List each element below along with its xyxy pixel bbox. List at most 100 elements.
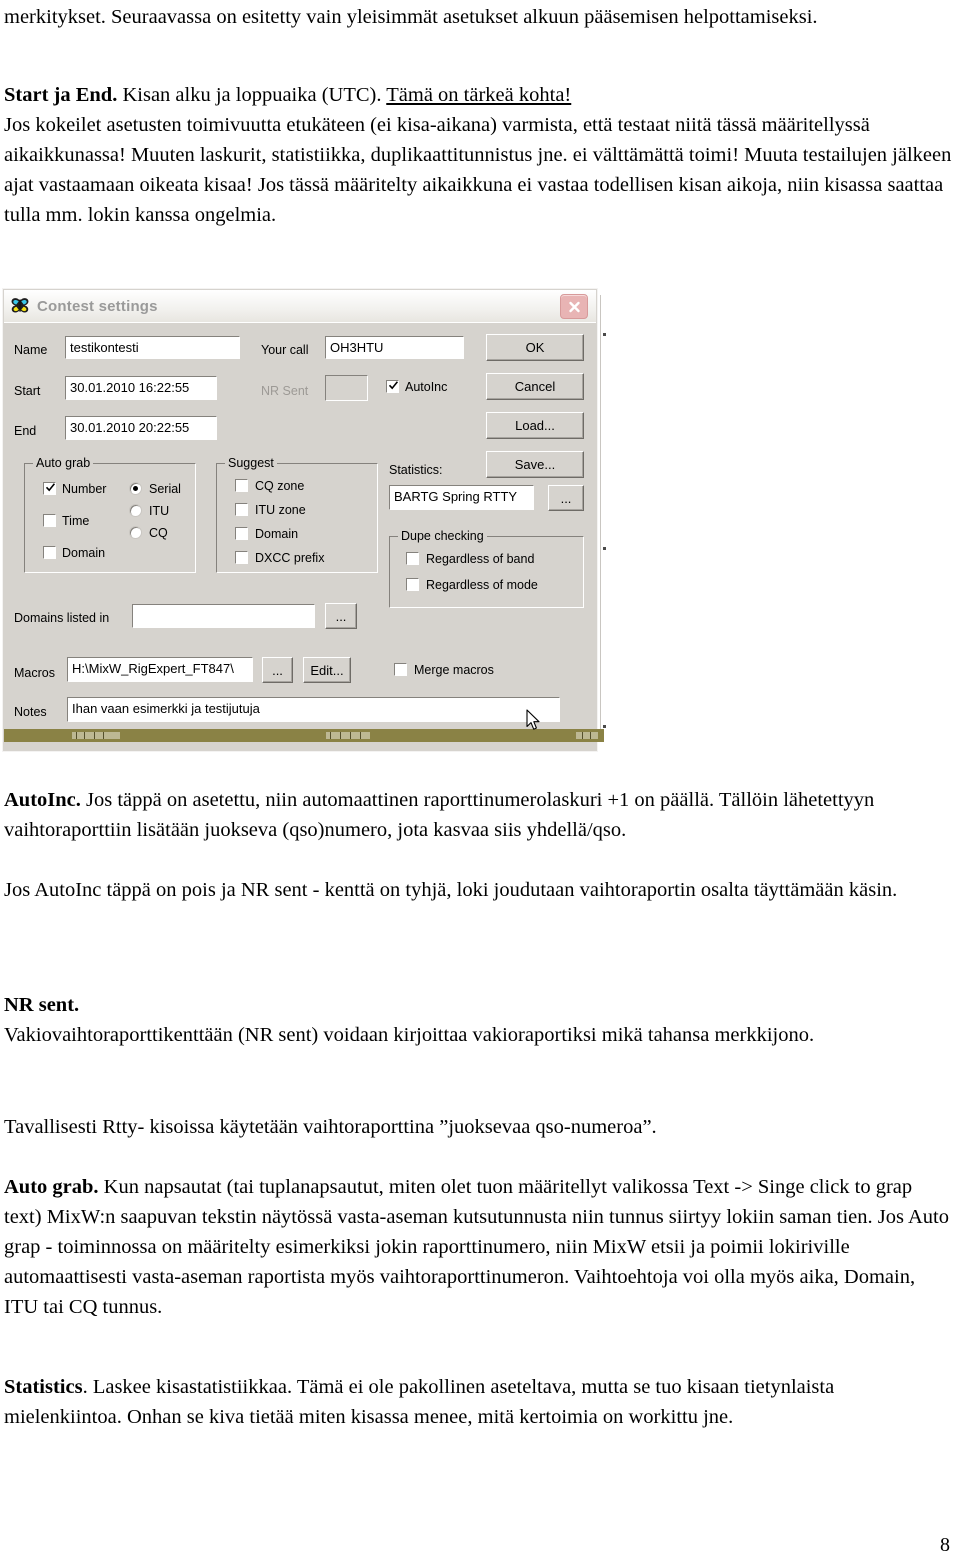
name-label: Name (14, 343, 48, 357)
dupe-regardless-mode-label[interactable]: Regardless of mode (426, 578, 538, 592)
autoinc-body: Jos täppä on asetettu, niin automaattine… (4, 789, 875, 841)
auto-grab-cq-label[interactable]: CQ (149, 526, 168, 540)
your-call-input[interactable]: OH3HTU (325, 336, 464, 359)
autograb-line: Auto grab. Kun napsautat (tai tuplanapsa… (4, 1172, 954, 1322)
statistics-heading: Statistics (4, 1376, 83, 1398)
intro-text: merkitykset. Seuraavassa on esitetty vai… (4, 6, 818, 28)
auto-grab-itu-label[interactable]: ITU (149, 504, 169, 518)
suggest-dxcc-prefix-label[interactable]: DXCC prefix (255, 551, 324, 565)
nr-sent-input[interactable] (325, 375, 368, 401)
load-button[interactable]: Load... (486, 412, 584, 439)
paragraph-tavallisesti: Tavallisesti Rtty- kisoissa käytetään va… (4, 1112, 954, 1142)
autoinc-line: AutoInc. Jos täppä on asetettu, niin aut… (4, 785, 954, 845)
paragraph-autoinc: AutoInc. Jos täppä on asetettu, niin aut… (4, 785, 954, 905)
suggest-cq-zone-checkbox[interactable] (235, 479, 248, 492)
autograb-heading: Auto grab. (4, 1176, 99, 1198)
statistics-body: . Laskee kisastatistiikkaa. Tämä ei ole … (4, 1376, 835, 1428)
dialog-client-area: Name testikontesti Your call OH3HTU OK S… (4, 322, 596, 722)
macros-input[interactable]: H:\MixW_RigExpert_FT847\ (67, 657, 253, 682)
start-end-line: Start ja End. Kisan alku ja loppuaika (U… (4, 80, 954, 110)
dupe-checking-group: Dupe checking Regardless of band Regardl… (389, 529, 584, 608)
dialog-right-edge (600, 295, 608, 731)
suggest-domain-label[interactable]: Domain (255, 527, 298, 541)
statistics-browse-button[interactable]: ... (548, 485, 584, 511)
start-label: Start (14, 384, 41, 398)
start-input[interactable]: 30.01.2010 16:22:55 (65, 376, 217, 400)
contest-settings-screenshot: Contest settings Name testikontesti Your… (2, 288, 610, 758)
start-end-body: Jos kokeilet asetusten toimivuutta etukä… (4, 114, 952, 226)
suggest-dxcc-prefix-checkbox[interactable] (235, 551, 248, 564)
autograb-body: Kun napsautat (tai tuplanapsautut, miten… (4, 1176, 949, 1318)
autoinc-label[interactable]: AutoInc (405, 380, 447, 394)
dupe-regardless-band-label[interactable]: Regardless of band (426, 552, 534, 566)
edge-marker-bottom (603, 725, 606, 728)
suggest-itu-zone-checkbox[interactable] (235, 503, 248, 516)
auto-grab-serial-radio[interactable] (129, 482, 142, 495)
domains-listed-in-input[interactable] (132, 604, 315, 628)
start-end-heading: Start ja End. (4, 84, 118, 106)
tavallisesti-text: Tavallisesti Rtty- kisoissa käytetään va… (4, 1116, 657, 1138)
suggest-group: Suggest CQ zone ITU zone Domain DXCC pre… (216, 456, 378, 573)
edge-marker-top (603, 333, 606, 336)
auto-grab-domain-checkbox[interactable] (43, 546, 56, 559)
dupe-regardless-mode-checkbox[interactable] (406, 578, 419, 591)
paragraph-intro: merkitykset. Seuraavassa on esitetty vai… (4, 2, 954, 32)
autoinc-heading: AutoInc. (4, 789, 81, 811)
name-input[interactable]: testikontesti (65, 336, 240, 359)
edge-marker-mid (603, 547, 606, 550)
auto-grab-time-checkbox[interactable] (43, 514, 56, 527)
domains-browse-button[interactable]: ... (325, 603, 357, 629)
cancel-button[interactable]: Cancel (486, 373, 584, 400)
your-call-label: Your call (261, 343, 309, 357)
nrsent-body: Vakiovaihtoraporttikenttään (NR sent) vo… (4, 1024, 815, 1046)
auto-grab-itu-radio[interactable] (129, 504, 142, 517)
domains-listed-in-label: Domains listed in (14, 611, 110, 625)
auto-grab-serial-label[interactable]: Serial (149, 482, 181, 496)
contest-settings-dialog: Contest settings Name testikontesti Your… (2, 288, 608, 752)
merge-macros-label[interactable]: Merge macros (414, 663, 494, 677)
suggest-domain-checkbox[interactable] (235, 527, 248, 540)
notes-label: Notes (14, 705, 47, 719)
page-number: 8 (940, 1534, 950, 1556)
end-label: End (14, 424, 37, 438)
auto-grab-number-label[interactable]: Number (62, 482, 106, 496)
ok-button[interactable]: OK (486, 334, 584, 361)
suggest-itu-zone-label[interactable]: ITU zone (255, 503, 306, 517)
auto-grab-group: Auto grab Number Time Domain Serial ITU … (24, 456, 196, 573)
start-end-underlined: Tämä on tärkeä kohta! (386, 84, 572, 106)
butterfly-icon (10, 297, 30, 315)
paragraph-start-end: Start ja End. Kisan alku ja loppuaika (U… (4, 80, 954, 230)
suggest-cq-zone-label[interactable]: CQ zone (255, 479, 304, 493)
document-page: merkitykset. Seuraavassa on esitetty vai… (0, 0, 960, 1563)
merge-macros-checkbox[interactable] (394, 663, 407, 676)
nrsent-heading: NR sent. (4, 994, 80, 1016)
autoinc-body2: Jos AutoInc täppä on pois ja NR sent - k… (4, 879, 898, 901)
auto-grab-title: Auto grab (33, 456, 94, 470)
statistics-input[interactable]: BARTG Spring RTTY (389, 485, 534, 510)
end-input[interactable]: 30.01.2010 20:22:55 (65, 416, 217, 440)
start-end-lead: Kisan alku ja loppuaika (UTC). (117, 84, 387, 106)
dupe-checking-title: Dupe checking (398, 529, 487, 543)
notes-input[interactable]: Ihan vaan esimerkki ja testijutuja (67, 697, 560, 722)
macros-browse-button[interactable]: ... (262, 657, 293, 683)
paragraph-statistics: Statistics. Laskee kisastatistiikkaa. Tä… (4, 1372, 954, 1432)
statistics-label: Statistics: (389, 463, 443, 477)
auto-grab-domain-label[interactable]: Domain (62, 546, 105, 560)
dialog-status-bar (4, 729, 604, 742)
auto-grab-time-label[interactable]: Time (62, 514, 89, 528)
paragraph-nr-sent: NR sent. Vakiovaihtoraporttikenttään (NR… (4, 990, 954, 1050)
dialog-title: Contest settings (37, 297, 158, 315)
save-button[interactable]: Save... (486, 451, 584, 478)
macros-edit-button[interactable]: Edit... (303, 657, 351, 683)
suggest-title: Suggest (225, 456, 277, 470)
paragraph-auto-grab: Auto grab. Kun napsautat (tai tuplanapsa… (4, 1172, 954, 1322)
statistics-line: Statistics. Laskee kisastatistiikkaa. Tä… (4, 1372, 954, 1432)
dialog-titlebar[interactable]: Contest settings (4, 290, 596, 322)
autoinc-checkbox[interactable] (386, 380, 399, 393)
macros-label: Macros (14, 666, 55, 680)
nr-sent-label: NR Sent (261, 384, 309, 398)
close-icon[interactable] (560, 294, 588, 319)
auto-grab-cq-radio[interactable] (129, 526, 142, 539)
dupe-regardless-band-checkbox[interactable] (406, 552, 419, 565)
auto-grab-number-checkbox[interactable] (43, 482, 56, 495)
